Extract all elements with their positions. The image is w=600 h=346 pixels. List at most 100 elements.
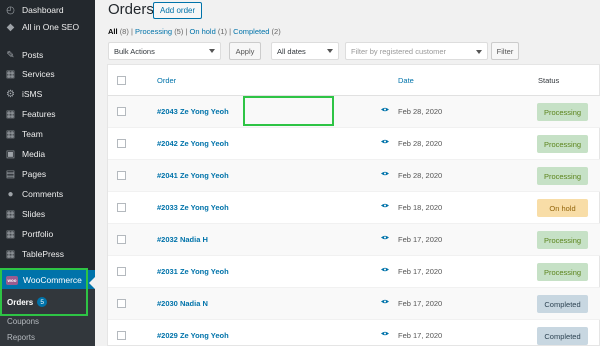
order-date: Feb 17, 2020 bbox=[398, 331, 443, 340]
table-row[interactable]: #2032 Nadia H Feb 17, 2020 Processing bbox=[108, 224, 600, 256]
row-checkbox[interactable] bbox=[117, 139, 126, 148]
column-header-status: Status bbox=[538, 76, 560, 85]
comment-icon: ● bbox=[7, 188, 14, 200]
order-link[interactable]: #2043 Ze Yong Yeoh bbox=[157, 107, 229, 116]
sidebar-item-label: Portfolio bbox=[22, 229, 54, 239]
preview-eye-icon[interactable] bbox=[381, 235, 389, 240]
order-date: Feb 28, 2020 bbox=[398, 139, 443, 148]
filter-button[interactable]: Filter bbox=[491, 42, 519, 60]
preview-eye-icon[interactable] bbox=[381, 203, 389, 208]
status-views: All (8) | Processing (5) | On hold (1) |… bbox=[108, 27, 281, 36]
preview-eye-icon[interactable] bbox=[381, 107, 389, 112]
table-row[interactable]: #2033 Ze Yong Yeoh Feb 18, 2020 On hold bbox=[108, 192, 600, 224]
sidebar-item-label: Features bbox=[22, 109, 56, 119]
sidebar-item-label: Posts bbox=[22, 50, 44, 60]
preview-eye-icon[interactable] bbox=[381, 171, 389, 176]
submenu-item-reports[interactable]: Reports bbox=[7, 333, 35, 342]
table-row[interactable]: #2029 Ze Yong Yeoh Feb 17, 2020 Completed bbox=[108, 320, 600, 346]
chevron-down-icon bbox=[327, 49, 333, 53]
submenu-item-coupons[interactable]: Coupons bbox=[7, 317, 39, 326]
status-badge: Processing bbox=[537, 231, 588, 249]
sidebar-item-isms[interactable]: ⚙ iSMS bbox=[0, 84, 95, 104]
status-badge: On hold bbox=[537, 199, 588, 217]
order-link[interactable]: #2042 Ze Yong Yeoh bbox=[157, 139, 229, 148]
order-link[interactable]: #2031 Ze Yong Yeoh bbox=[157, 267, 229, 276]
add-order-button[interactable]: Add order bbox=[153, 2, 203, 19]
sidebar-item-team[interactable]: ▦ Team bbox=[0, 124, 95, 144]
order-date: Feb 18, 2020 bbox=[398, 203, 443, 212]
select-all-checkbox[interactable] bbox=[117, 76, 126, 85]
order-link[interactable]: #2029 Ze Yong Yeoh bbox=[157, 331, 229, 340]
row-checkbox[interactable] bbox=[117, 235, 126, 244]
sidebar-item-label: Services bbox=[22, 69, 55, 79]
table-row[interactable]: #2042 Ze Yong Yeoh Feb 28, 2020 Processing bbox=[108, 128, 600, 160]
status-badge: Completed bbox=[537, 327, 588, 345]
order-link[interactable]: #2032 Nadia H bbox=[157, 235, 208, 244]
sidebar-item-tablepress[interactable]: ▦ TablePress bbox=[0, 244, 95, 264]
sidebar-item-portfolio[interactable]: ▦ Portfolio bbox=[0, 224, 95, 244]
order-date: Feb 17, 2020 bbox=[398, 235, 443, 244]
sidebar-item-all-in-one-seo[interactable]: ◆ All in One SEO bbox=[0, 17, 95, 37]
sidebar-item-services[interactable]: ▦ Services bbox=[0, 64, 95, 84]
row-checkbox[interactable] bbox=[117, 331, 126, 340]
row-checkbox[interactable] bbox=[117, 267, 126, 276]
sidebar-item-pages[interactable]: ▤ Pages bbox=[0, 164, 95, 184]
table-icon: ▦ bbox=[5, 248, 16, 260]
preview-eye-icon[interactable] bbox=[381, 331, 389, 336]
gear-icon: ⚙ bbox=[6, 88, 15, 100]
bulk-actions-select[interactable]: Bulk Actions bbox=[108, 42, 221, 60]
table-row[interactable]: #2043 Ze Yong Yeoh Feb 28, 2020 Processing bbox=[108, 96, 600, 128]
view-completed-count: (2) bbox=[271, 27, 281, 36]
row-checkbox[interactable] bbox=[117, 203, 126, 212]
features-icon: ▦ bbox=[5, 108, 16, 120]
sidebar-item-slides[interactable]: ▦ Slides bbox=[0, 204, 95, 224]
preview-eye-icon[interactable] bbox=[381, 299, 389, 304]
customer-filter-placeholder: Filter by registered customer bbox=[351, 46, 447, 56]
table-row[interactable]: #2041 Ze Yong Yeoh Feb 28, 2020 Processing bbox=[108, 160, 600, 192]
column-header-order[interactable]: Order bbox=[157, 76, 176, 85]
view-onhold[interactable]: On hold bbox=[189, 27, 215, 36]
apply-button[interactable]: Apply bbox=[229, 42, 261, 60]
sidebar-item-comments[interactable]: ● Comments bbox=[0, 184, 95, 204]
view-processing-count: (5) bbox=[174, 27, 184, 36]
table-row[interactable]: #2030 Nadia N Feb 17, 2020 Completed bbox=[108, 288, 600, 320]
sidebar-item-features[interactable]: ▦ Features bbox=[0, 104, 95, 124]
view-processing[interactable]: Processing bbox=[135, 27, 172, 36]
sidebar-item-label: Media bbox=[22, 149, 46, 159]
sidebar-item-posts[interactable]: ✎ Posts bbox=[0, 45, 95, 65]
status-badge: Processing bbox=[537, 263, 588, 281]
services-icon: ▦ bbox=[5, 68, 16, 80]
preview-eye-icon[interactable] bbox=[381, 139, 389, 144]
team-icon: ▦ bbox=[5, 128, 16, 140]
view-onhold-count: (1) bbox=[217, 27, 228, 36]
chevron-down-icon bbox=[476, 50, 482, 54]
status-badge: Processing bbox=[537, 135, 588, 153]
pages-icon: ▤ bbox=[5, 168, 16, 180]
view-completed[interactable]: Completed bbox=[233, 27, 269, 36]
column-header-date[interactable]: Date bbox=[398, 76, 414, 85]
pin-icon: ✎ bbox=[6, 49, 15, 61]
row-checkbox[interactable] bbox=[117, 107, 126, 116]
row-checkbox[interactable] bbox=[117, 299, 126, 308]
row-checkbox[interactable] bbox=[117, 171, 126, 180]
date-filter-select[interactable]: All dates bbox=[271, 42, 339, 60]
order-link[interactable]: #2041 Ze Yong Yeoh bbox=[157, 171, 229, 180]
main-content: Orders Add order All (8) | Processing (5… bbox=[95, 0, 600, 346]
status-badge: Processing bbox=[537, 103, 588, 121]
table-row[interactable]: #2031 Ze Yong Yeoh Feb 17, 2020 Processing bbox=[108, 256, 600, 288]
chevron-down-icon bbox=[209, 49, 215, 53]
portfolio-icon: ▦ bbox=[5, 228, 16, 240]
slides-icon: ▦ bbox=[5, 208, 16, 220]
preview-eye-icon[interactable] bbox=[381, 267, 389, 272]
view-all-count: (8) bbox=[119, 27, 129, 36]
admin-sidebar: ◴ Dashboard ◆ All in One SEO ✎ Posts ▦ Services… bbox=[0, 0, 95, 346]
sidebar-item-label: Slides bbox=[22, 209, 46, 219]
customer-filter-input[interactable]: Filter by registered customer bbox=[345, 42, 488, 60]
date-filter-value: All dates bbox=[277, 46, 306, 56]
view-all[interactable]: All bbox=[108, 27, 118, 36]
order-link[interactable]: #2030 Nadia N bbox=[157, 299, 208, 308]
order-date: Feb 17, 2020 bbox=[398, 267, 443, 276]
highlight-box-woocommerce bbox=[0, 268, 88, 316]
order-link[interactable]: #2033 Ze Yong Yeoh bbox=[157, 203, 229, 212]
sidebar-item-media[interactable]: ▣ Media bbox=[0, 144, 95, 164]
